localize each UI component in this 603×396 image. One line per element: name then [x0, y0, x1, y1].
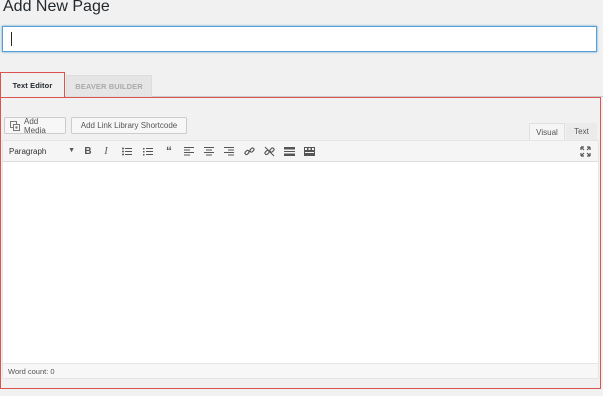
tab-beaver-builder[interactable]: BEAVER BUILDER — [66, 75, 152, 97]
toolbar-toggle-icon[interactable] — [302, 144, 316, 158]
align-left-icon[interactable] — [182, 144, 196, 158]
remove-link-icon[interactable] — [262, 144, 276, 158]
add-media-icon — [10, 120, 21, 131]
read-more-icon[interactable] — [282, 144, 296, 158]
editor-content-area[interactable] — [2, 162, 599, 364]
format-select-value: Paragraph — [9, 146, 47, 156]
editor-toolbar: Paragraph ▼ B I “ — [2, 140, 599, 162]
add-link-shortcode-button[interactable]: Add Link Library Shortcode — [71, 117, 187, 134]
bullet-list-icon[interactable] — [120, 144, 134, 158]
text-caret — [11, 32, 12, 46]
page-title: Add New Page — [3, 0, 110, 15]
mode-tab-visual[interactable]: Visual — [529, 123, 565, 140]
tab-text-editor[interactable]: Text Editor — [0, 72, 65, 98]
italic-icon[interactable]: I — [99, 144, 113, 158]
align-right-icon[interactable] — [222, 144, 236, 158]
add-media-button[interactable]: Add Media — [4, 116, 66, 135]
add-media-label: Add Media — [24, 116, 46, 135]
editor-status-bar: Word count: 0 — [2, 363, 599, 379]
bold-icon[interactable]: B — [81, 144, 95, 158]
title-input[interactable] — [2, 26, 597, 52]
blockquote-icon[interactable]: “ — [162, 144, 176, 158]
numbered-list-icon[interactable] — [141, 144, 155, 158]
word-count: Word count: 0 — [8, 366, 55, 376]
insert-link-icon[interactable] — [242, 144, 256, 158]
align-center-icon[interactable] — [202, 144, 216, 158]
fullscreen-icon[interactable] — [578, 144, 592, 158]
chevron-down-icon: ▼ — [68, 147, 75, 154]
format-select[interactable]: Paragraph ▼ — [9, 144, 75, 158]
mode-tab-text[interactable]: Text — [566, 123, 597, 140]
